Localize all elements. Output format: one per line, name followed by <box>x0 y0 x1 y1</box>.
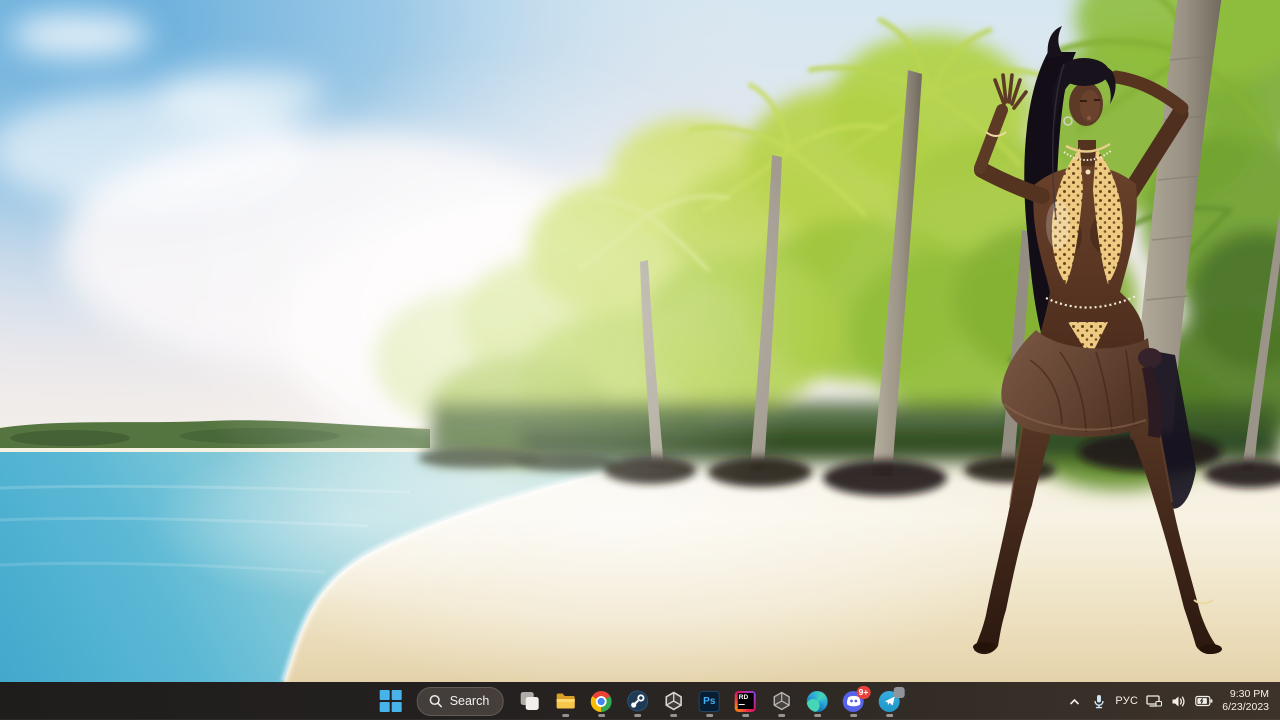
telegram-button[interactable] <box>872 684 906 718</box>
telegram-notification-badge <box>893 687 904 698</box>
desktop-screen: Search <box>0 0 1280 720</box>
photoshop-button[interactable]: Ps <box>692 684 726 718</box>
photoshop-icon: Ps <box>699 691 720 712</box>
file-explorer-icon <box>554 690 576 712</box>
network-icon <box>1146 694 1162 708</box>
unity-hub-button[interactable] <box>656 684 690 718</box>
chrome-icon <box>591 691 612 712</box>
taskbar: Search <box>0 682 1280 720</box>
running-indicator <box>886 714 893 717</box>
search-label: Search <box>450 694 490 708</box>
language-label: РУС <box>1115 695 1138 707</box>
windows-logo-icon <box>380 690 402 712</box>
clock[interactable]: 9:30 PM 6/23/2023 <box>1217 684 1275 718</box>
task-view-icon <box>518 690 540 712</box>
battery-tray-button[interactable] <box>1192 684 1216 718</box>
running-indicator <box>562 714 569 717</box>
language-indicator[interactable]: РУС <box>1112 684 1141 718</box>
discord-notification-badge: 9+ <box>857 686 871 699</box>
running-indicator <box>706 714 713 717</box>
start-button[interactable] <box>374 684 408 718</box>
running-indicator <box>778 714 785 717</box>
rider-label: RD <box>739 694 748 701</box>
task-view-button[interactable] <box>512 684 546 718</box>
battery-icon <box>1195 695 1213 707</box>
unity-hub-icon <box>662 690 684 712</box>
taskbar-center-group: Search <box>374 682 907 720</box>
running-indicator <box>850 714 857 717</box>
running-indicator <box>598 714 605 717</box>
steam-button[interactable] <box>620 684 654 718</box>
edge-icon <box>807 691 828 712</box>
microphone-tray-button[interactable] <box>1087 684 1111 718</box>
unity-button[interactable] <box>764 684 798 718</box>
running-indicator <box>742 714 749 717</box>
photoshop-label: Ps <box>703 696 715 707</box>
edge-button[interactable] <box>800 684 834 718</box>
running-indicator <box>814 714 821 717</box>
steam-icon <box>626 690 648 712</box>
wallpaper-scene <box>0 0 1280 682</box>
rider-icon: RD <box>735 691 756 712</box>
chrome-button[interactable] <box>584 684 618 718</box>
file-explorer-button[interactable] <box>548 684 582 718</box>
desktop-wallpaper[interactable] <box>0 0 1280 682</box>
microphone-icon <box>1092 694 1106 709</box>
running-indicator <box>634 714 641 717</box>
running-indicator <box>670 714 677 717</box>
search-icon <box>429 694 443 708</box>
tray-time: 9:30 PM <box>1230 688 1269 701</box>
tray-date: 6/23/2023 <box>1222 701 1269 714</box>
hidden-icons-button[interactable] <box>1062 684 1086 718</box>
discord-button[interactable]: 9+ <box>836 684 870 718</box>
volume-tray-button[interactable] <box>1167 684 1191 718</box>
network-tray-button[interactable] <box>1142 684 1166 718</box>
search-box[interactable]: Search <box>417 687 504 716</box>
rider-button[interactable]: RD <box>728 684 762 718</box>
speaker-icon <box>1171 694 1187 709</box>
unity-icon <box>770 690 792 712</box>
chevron-up-icon <box>1068 695 1081 708</box>
system-tray: РУС <box>1062 682 1275 720</box>
